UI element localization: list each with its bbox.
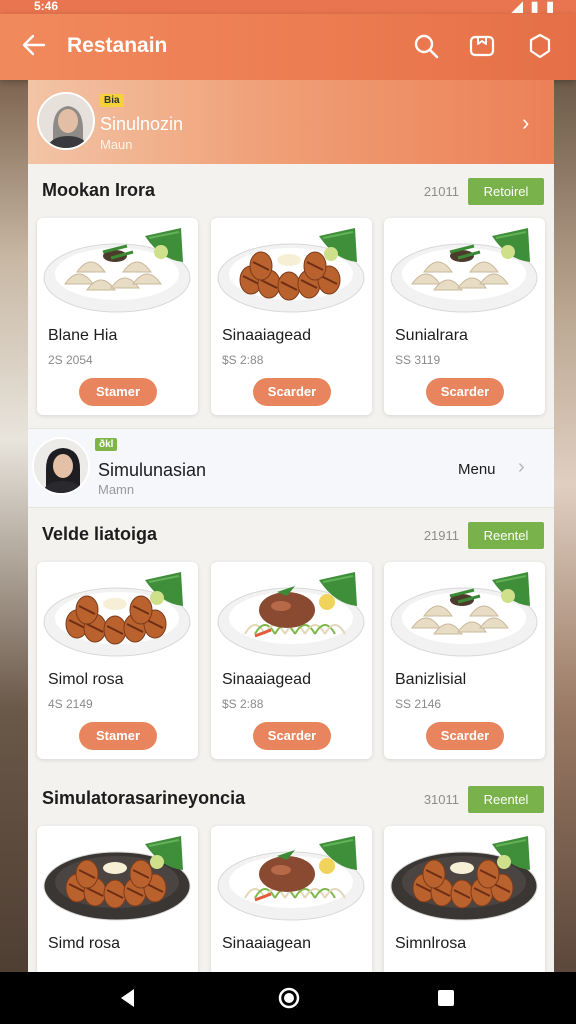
section-title: Simulatorasarineyoncia [42,788,246,808]
background-right [552,80,576,980]
card-name: Simol rosa [48,671,124,688]
dish-image [217,572,365,657]
section-button[interactable]: Reentel [468,522,544,549]
profile-row[interactable]: ðkl Simulunasian Mamn Menu › [28,428,554,508]
profile-subtitle: Mamn [98,482,135,497]
section-button[interactable]: Retoirel [468,178,544,205]
section-title: Mookan Irora [42,180,156,200]
menu-card[interactable]: Banizlisial SS 2146 Scarder [384,562,545,759]
dish-image [43,836,191,921]
bookmark-icon[interactable] [468,32,496,60]
section-header-1: Mookan Irora 21011 Retoirel [28,166,554,218]
card-button[interactable]: Scarder [426,378,504,406]
avatar [32,437,90,495]
menu-card[interactable]: Sunialrara SS 3119 Scarder [384,218,545,415]
menu-link[interactable]: Menu [458,461,496,478]
card-price: SS 2146 [395,697,442,711]
search-icon[interactable] [412,32,440,60]
status-time: 5:46 [34,0,59,13]
section-button[interactable]: Reentel [468,786,544,813]
person-avatar-icon [39,94,93,148]
profile-name: Sinulnozin [100,114,184,134]
card-name: Sunialrara [395,327,468,344]
menu-card[interactable]: Sinaaiagead $S 2:88 Scarder [211,562,372,759]
card-price: 4S 2149 [48,697,93,711]
menu-card[interactable]: Blane Hia 2S 2054 Stamer [37,218,198,415]
menu-card[interactable]: Simol rosa 4S 2149 Stamer [37,562,198,759]
section-count: 21011 [423,184,459,199]
status-icons: ◢ ▮ ▮ [512,0,556,14]
dish-image [390,572,538,657]
card-button[interactable]: Scarder [253,378,331,406]
main-content: Bia Sinulnozin Maun › Mookan Irora 21011… [28,80,554,972]
profile-header[interactable]: Bia Sinulnozin Maun › [28,80,554,164]
dish-image [390,228,538,313]
menu-card[interactable]: Sinaaiagead $S 2:88 Scarder [211,218,372,415]
status-bar: 5:46 ◢ ▮ ▮ [0,0,576,14]
card-button[interactable]: Scarder [253,722,331,750]
card-name: Sinaaiagead [222,671,311,688]
gear-icon[interactable] [526,32,554,60]
card-name: Simnlrosa [395,935,467,952]
profile-badge: Bia [100,94,124,107]
dish-image [217,836,365,921]
section-title: Velde liatoiga [42,524,158,544]
card-button[interactable]: Stamer [79,378,157,406]
card-button[interactable]: Scarder [426,722,504,750]
dish-image [43,228,191,313]
profile-name: Simulunasian [98,460,207,480]
card-price: SS 3119 [395,353,441,367]
card-name: Sinaaiagean [222,935,311,952]
background-left [0,80,30,980]
menu-card[interactable]: Simd rosa [37,826,198,972]
card-name: Blane Hia [48,327,118,344]
card-button[interactable]: Stamer [79,722,157,750]
section-header-3: Simulatorasarineyoncia 31011 Reentel [28,774,554,826]
dish-image [43,572,191,657]
avatar [37,92,95,150]
square-recent-icon[interactable] [434,986,458,1010]
chevron-right-icon[interactable]: › [522,110,529,136]
section-header-2: Velde liatoiga 21911 Reentel [28,510,554,562]
card-price: $S 2:88 [222,353,264,367]
arrow-left-icon[interactable] [20,31,48,59]
triangle-back-icon[interactable] [116,986,140,1010]
profile-badge: ðkl [95,438,118,451]
chevron-right-icon[interactable]: › [518,456,525,479]
section-count: 21911 [423,528,459,543]
circle-home-icon[interactable] [277,986,301,1010]
app-bar: Restanain [0,14,576,80]
card-name: Simd rosa [48,935,121,952]
card-price: $S 2:88 [222,697,264,711]
card-price: 2S 2054 [48,353,93,367]
menu-card[interactable]: Sinaaiagean [211,826,372,972]
section-count: 31011 [423,792,459,807]
dish-image [390,836,538,921]
dish-image [217,228,365,313]
page-title: Restanain [67,34,168,57]
person-avatar-icon [34,439,88,493]
system-nav-bar [0,972,576,1024]
card-name: Sinaaiagead [222,327,311,344]
profile-subtitle: Maun [100,137,133,152]
menu-card[interactable]: Simnlrosa [384,826,545,972]
card-name: Banizlisial [395,671,467,688]
